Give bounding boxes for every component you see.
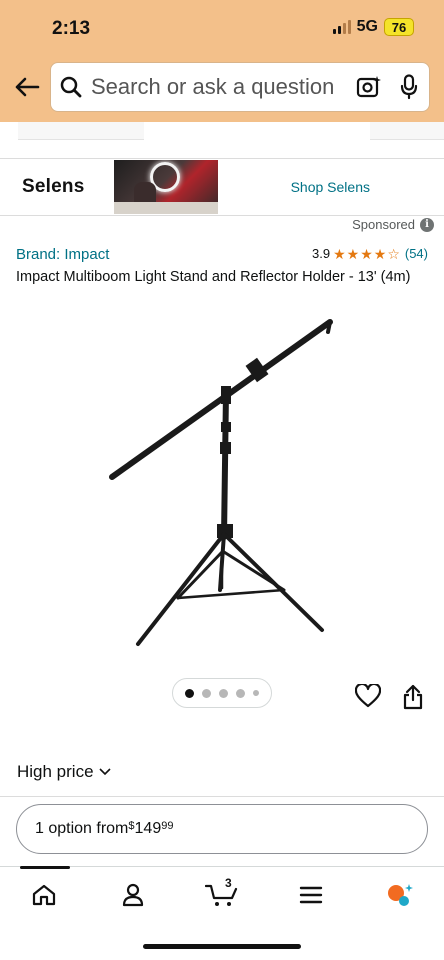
home-icon [33,884,56,906]
rating-value: 3.9 [311,246,331,261]
share-icon[interactable] [402,684,424,715]
nav-active-indicator [20,866,70,869]
search-bar[interactable]: Search or ask a question [50,62,430,112]
product-title[interactable]: Impact Multiboom Light Stand and Reflect… [16,267,416,287]
camera-lens-icon[interactable] [349,75,389,99]
menu-icon [299,886,322,904]
microphone-icon[interactable] [389,74,429,100]
search-icon [51,76,91,98]
image-pager[interactable] [172,678,272,708]
sponsored-label[interactable]: Sponsored i [352,217,434,232]
nav-ai-assistant[interactable] [355,870,444,920]
next-card-edge [370,122,444,140]
back-arrow-icon [15,77,40,97]
price-dollars: 149 [134,820,162,837]
home-indicator [143,944,301,949]
star-icon: ★ [333,245,346,262]
bottom-nav: 3 [0,870,444,920]
section-divider [0,796,444,797]
status-icons: 5G 76 [332,18,414,36]
sponsor-banner[interactable]: Selens Shop Selens [0,158,444,216]
battery-icon: 76 [384,18,414,36]
rating-summary[interactable]: 3.9 ★ ★ ★ ★ ☆ (54) [312,246,428,261]
wishlist-heart-icon[interactable] [354,682,382,713]
nav-menu[interactable] [266,870,355,920]
signal-icon [332,20,351,34]
status-time: 2:13 [52,18,91,39]
previous-card-edge [18,122,144,140]
price-currency: $ [128,820,135,832]
search-input[interactable]: Search or ask a question [91,74,349,100]
pager-dot-active[interactable] [185,688,194,698]
chevron-down-icon [98,768,111,776]
banner-image [114,160,218,214]
top-header: 2:13 5G 76 Search or ask a question [0,0,444,122]
price-cents: 99 [161,820,174,832]
star-icon: ★ [346,245,360,262]
high-price-label: High price [17,762,94,781]
cart-count-badge: 3 [224,876,232,890]
account-icon [123,883,144,907]
rating-stars: ★ ★ ★ ★ ☆ [333,247,400,261]
brand-link[interactable]: Brand: Impact [16,246,109,263]
pager-dot[interactable] [253,690,259,696]
pager-dot[interactable] [236,688,245,698]
selens-logo: Selens [22,176,85,197]
star-icon: ★ [360,245,373,262]
back-button[interactable] [10,70,44,104]
option-prefix: 1 option from [35,820,129,837]
info-icon[interactable]: i [420,217,434,232]
high-price-dropdown[interactable]: High price [17,762,111,782]
sponsored-text: Sponsored [352,217,415,232]
nav-cart[interactable]: 3 [178,870,267,920]
pager-dot[interactable] [202,688,211,698]
review-count[interactable]: (54) [405,246,428,261]
ai-assistant-icon [387,884,413,906]
shop-brand-link[interactable]: Shop Selens [291,179,370,195]
buying-options-button[interactable]: 1 option from $ 149 99 [16,804,428,854]
product-image[interactable] [0,312,444,658]
pager-dot[interactable] [219,688,228,698]
cart-icon [204,884,238,906]
network-label: 5G [356,18,378,35]
star-outline-icon: ☆ [387,245,400,262]
star-icon: ★ [373,245,387,262]
nav-home[interactable] [0,870,89,920]
nav-account[interactable] [89,870,178,920]
